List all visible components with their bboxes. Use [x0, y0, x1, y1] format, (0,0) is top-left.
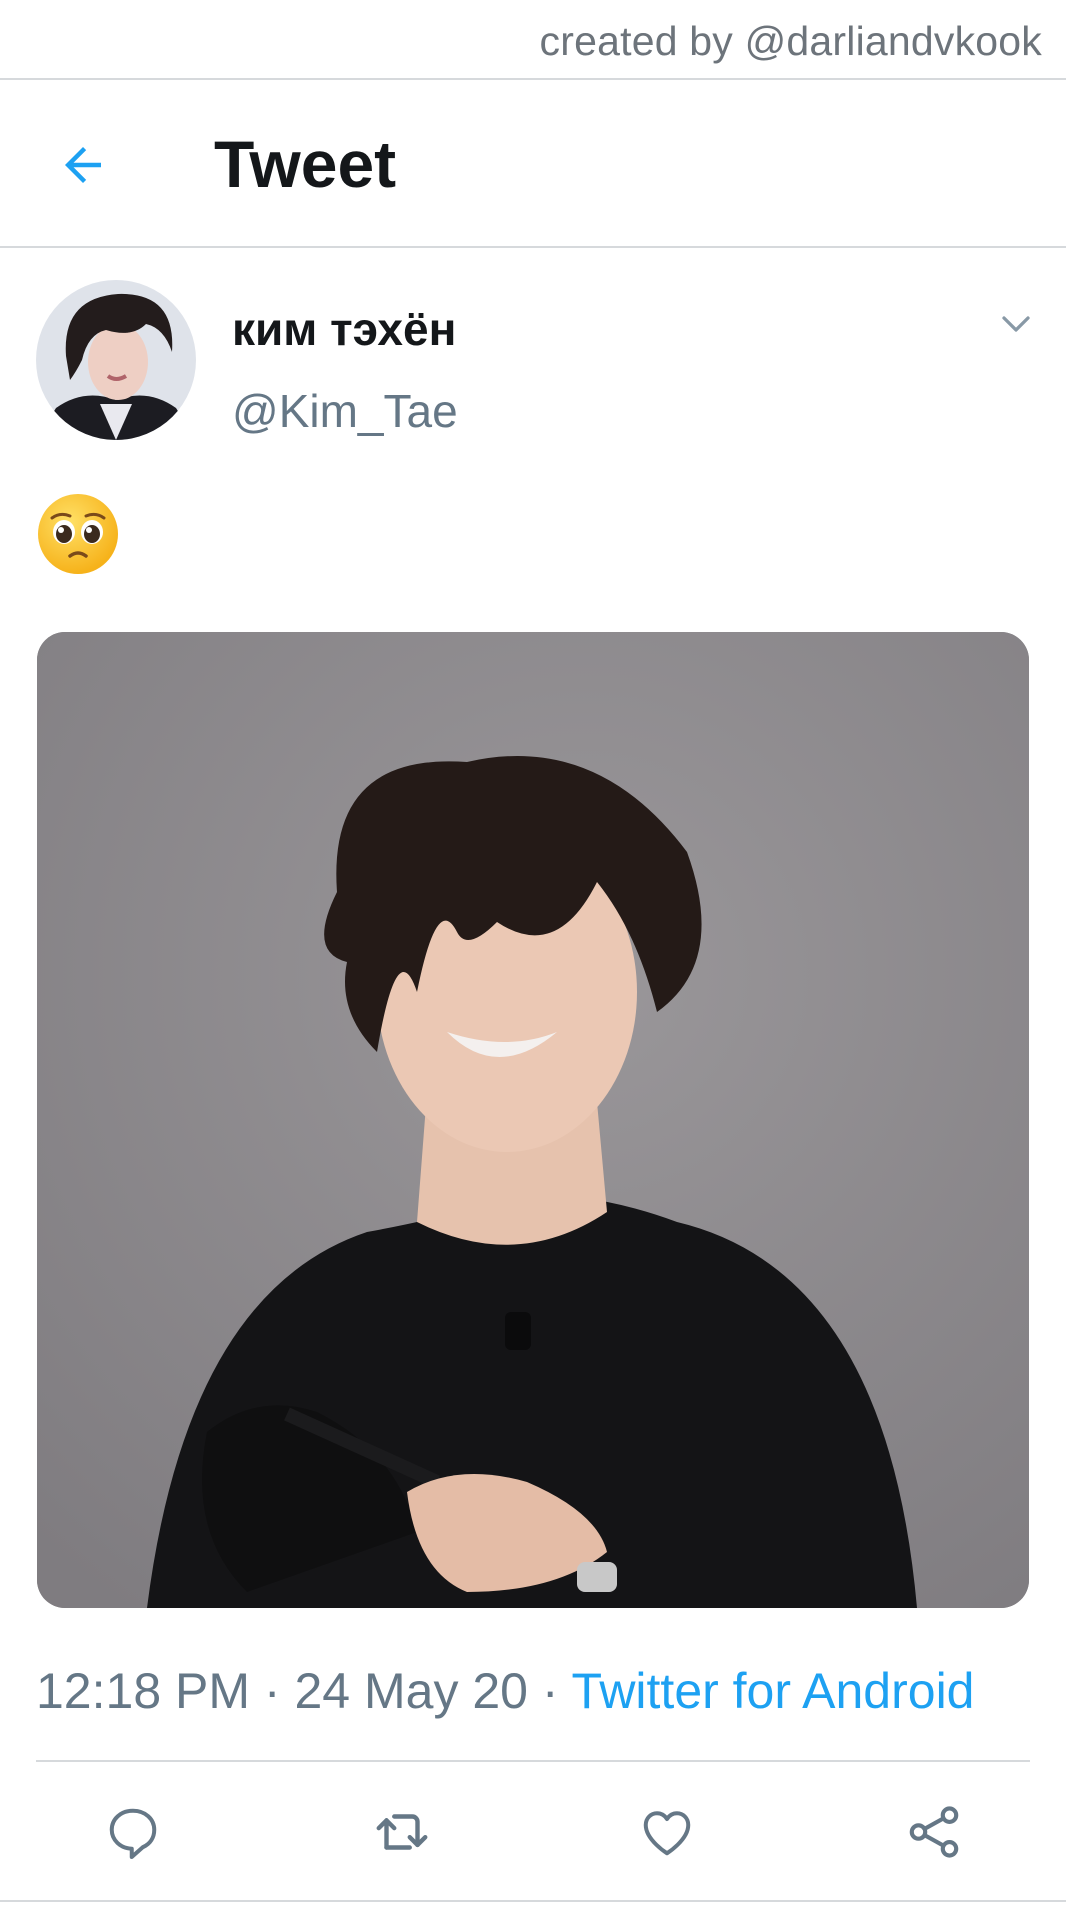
arrow-left-icon [65, 147, 101, 183]
reply-icon [109, 1808, 157, 1859]
like-button[interactable] [629, 1794, 705, 1870]
meta-separator: · [263, 1663, 281, 1719]
avatar-image [36, 280, 196, 440]
tweet-detail-screen: created by @darliandvkook Tweet ким тэхё… [0, 0, 1066, 1920]
author-handle[interactable]: @Kim_Tae [232, 384, 458, 438]
meta-separator: · [541, 1663, 559, 1719]
back-button[interactable] [50, 132, 116, 198]
page-title: Tweet [214, 127, 397, 201]
tweet-media-photo[interactable] [37, 632, 1029, 1608]
retweet-button[interactable] [364, 1794, 440, 1870]
more-options-button[interactable] [996, 304, 1036, 344]
share-icon [909, 1806, 959, 1858]
bottom-divider [0, 1900, 1066, 1902]
reply-button[interactable] [95, 1794, 171, 1870]
chevron-down-icon [1002, 316, 1030, 332]
photo-image [37, 632, 1029, 1608]
tweet-time: 12:18 PM [36, 1663, 251, 1719]
app-header: Tweet [0, 80, 1066, 248]
tweet-actions-bar [0, 1762, 1066, 1902]
share-button[interactable] [896, 1794, 972, 1870]
heart-icon [643, 1811, 691, 1856]
pleading-face-emoji [38, 494, 118, 574]
tweet-meta: 12:18 PM · 24 May 20 · Twitter for Andro… [36, 1662, 975, 1720]
tweet-text [36, 492, 126, 582]
avatar[interactable] [36, 280, 196, 440]
retweet-icon [376, 1814, 428, 1850]
author-display-name[interactable]: ким тэхён [232, 302, 456, 356]
watermark-bar: created by @darliandvkook [0, 0, 1066, 80]
watermark-text: created by @darliandvkook [539, 18, 1042, 64]
tweet-source-link[interactable]: Twitter for Android [572, 1663, 975, 1719]
tweet-date: 24 May 20 [294, 1663, 528, 1719]
